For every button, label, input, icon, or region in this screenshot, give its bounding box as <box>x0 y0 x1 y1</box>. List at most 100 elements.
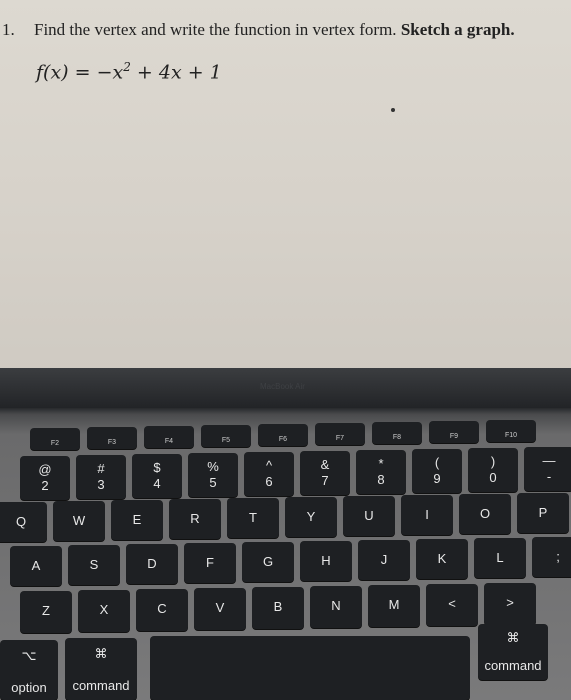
key-M[interactable]: M <box>368 585 420 627</box>
key-t[interactable]: T <box>227 498 279 538</box>
key-H[interactable]: H <box>300 541 352 581</box>
key-label: - <box>546 469 552 484</box>
key-o[interactable]: O <box>459 494 511 534</box>
key-label: option <box>11 680 47 695</box>
key-K[interactable]: K <box>416 539 468 579</box>
key-label: T <box>249 510 257 525</box>
instruction-bold: Sketch a graph. <box>400 20 515 39</box>
key-8[interactable]: * 8 <box>356 450 406 494</box>
key-B[interactable]: B <box>252 587 304 629</box>
key-label: X <box>99 602 109 617</box>
pen-mark <box>391 108 395 112</box>
key-label: F10 <box>504 432 518 439</box>
key-f9[interactable]: F9 <box>429 421 479 443</box>
key-f3[interactable]: F3 <box>87 427 137 449</box>
key-Z[interactable]: Z <box>20 591 72 633</box>
key-label: — <box>542 453 556 468</box>
key-f2[interactable]: F2 <box>30 428 80 450</box>
key-label: ) <box>490 454 496 469</box>
formula-lhs: f(x) = −x <box>36 61 124 84</box>
key-<[interactable]: < <box>426 584 478 626</box>
key-label: U <box>364 508 374 523</box>
key-label: & <box>320 457 330 472</box>
key-label: K <box>437 551 447 566</box>
key-label: 3 <box>97 477 105 492</box>
key-;[interactable]: ; <box>532 537 571 577</box>
key-D[interactable]: D <box>126 544 178 584</box>
key-N[interactable]: N <box>310 586 362 628</box>
key-option[interactable]: ⌥ option <box>0 640 58 700</box>
key-label: 0 <box>489 470 497 485</box>
key-label: G <box>262 554 274 569</box>
key-label: N <box>331 598 341 613</box>
key-f7[interactable]: F7 <box>315 423 365 445</box>
key-f4[interactable]: F4 <box>144 426 194 448</box>
key-label: C <box>157 601 167 616</box>
key-7[interactable]: & 7 <box>300 451 350 495</box>
key-9[interactable]: (9 <box>412 449 462 493</box>
key-label: E <box>132 512 142 527</box>
key-label: * <box>378 456 384 471</box>
key->[interactable]: > <box>484 583 536 625</box>
key-5[interactable]: % 5 <box>188 453 238 497</box>
key-A[interactable]: A <box>10 546 62 586</box>
key-F[interactable]: F <box>184 543 236 583</box>
key-q[interactable]: Q <box>0 502 47 542</box>
key-space[interactable] <box>150 636 470 700</box>
key-label: H <box>321 553 331 568</box>
key-f8[interactable]: F8 <box>372 422 422 444</box>
key-w[interactable]: W <box>53 501 105 541</box>
key-command-right[interactable]: ⌘ command <box>478 624 548 680</box>
key-label: M <box>388 597 400 612</box>
key-label: $ <box>153 460 161 475</box>
key-J[interactable]: J <box>358 540 410 580</box>
key-S[interactable]: S <box>68 545 120 585</box>
key-label: S <box>89 557 99 572</box>
key-label: A <box>31 558 41 573</box>
key-label: P <box>538 505 548 520</box>
key-u[interactable]: U <box>343 496 395 536</box>
key-label: ⌥ <box>21 648 37 663</box>
formula-exponent: 2 <box>123 60 131 74</box>
key-label: I <box>425 507 429 522</box>
key-label: W <box>72 513 86 528</box>
key-label: 7 <box>321 473 329 488</box>
key-f5[interactable]: F5 <box>201 425 251 447</box>
key-r[interactable]: R <box>169 499 221 539</box>
key-4[interactable]: $4 <box>132 454 182 498</box>
formula: f(x) = −x2 + 4x + 1 <box>36 60 222 83</box>
key-i[interactable]: I <box>401 495 453 535</box>
key-L[interactable]: L <box>474 538 526 578</box>
key-label: F3 <box>107 439 117 446</box>
key-p[interactable]: P <box>517 493 569 533</box>
key-label: 2 <box>41 478 49 493</box>
key-f10[interactable]: F10 <box>486 420 536 442</box>
key-6[interactable]: ^ 6 <box>244 452 294 496</box>
key-2[interactable]: @2 <box>20 456 70 500</box>
key-y[interactable]: Y <box>285 497 337 537</box>
hinge: MacBook Air <box>0 368 571 408</box>
key-label: F2 <box>50 440 60 447</box>
key-0[interactable]: ) 0 <box>468 448 518 492</box>
key-label: J <box>380 552 388 567</box>
key-label: 4 <box>153 476 161 491</box>
key-label: F5 <box>221 437 231 444</box>
key-label: Y <box>306 509 316 524</box>
key-C[interactable]: C <box>136 589 188 631</box>
key-label: ⌘ <box>506 630 520 645</box>
worksheet-paper: 1. Find the vertex and write the functio… <box>0 0 571 375</box>
key-label: 5 <box>209 475 217 490</box>
key-label: L <box>496 550 504 565</box>
question-number: 1. <box>2 20 15 39</box>
brand-label: MacBook Air <box>260 382 305 391</box>
key-e[interactable]: E <box>111 500 163 540</box>
key-f6[interactable]: F6 <box>258 424 308 446</box>
key-X[interactable]: X <box>78 590 130 632</box>
key-3[interactable]: #3 <box>76 455 126 499</box>
key-command-left[interactable]: ⌘ command <box>65 638 137 700</box>
key-label: F9 <box>449 433 459 440</box>
key-V[interactable]: V <box>194 588 246 630</box>
key-label: > <box>506 595 514 610</box>
key--[interactable]: — - <box>524 447 571 491</box>
key-G[interactable]: G <box>242 542 294 582</box>
